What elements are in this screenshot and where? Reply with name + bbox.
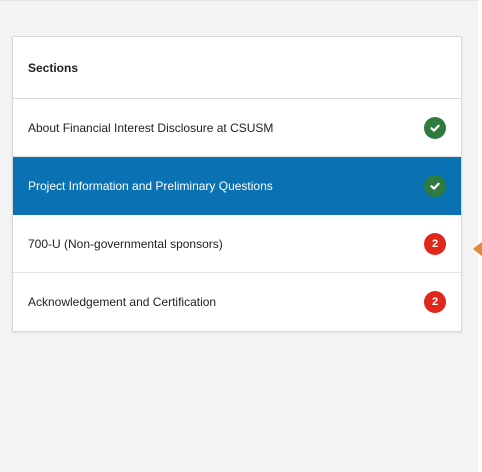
section-item-label: Project Information and Preliminary Ques… <box>28 178 273 193</box>
section-item-label: About Financial Interest Disclosure at C… <box>28 120 274 135</box>
arrow-pointer-icon <box>473 241 482 257</box>
top-divider <box>0 0 482 7</box>
section-item-label: 700-U (Non-governmental sponsors) <box>28 236 223 251</box>
alert-count-badge: 2 <box>424 291 446 313</box>
checkmark-icon <box>424 174 446 197</box>
sections-panel: Sections About Financial Interest Disclo… <box>12 36 462 332</box>
section-item-700u[interactable]: 700-U (Non-governmental sponsors) 2 <box>13 215 461 273</box>
section-item-project-information[interactable]: Project Information and Preliminary Ques… <box>13 157 461 215</box>
panel-title: Sections <box>13 37 461 99</box>
section-item-about-financial-interest[interactable]: About Financial Interest Disclosure at C… <box>13 99 461 157</box>
alert-count-badge: 2 <box>424 232 446 255</box>
section-item-label: Acknowledgement and Certification <box>28 295 217 309</box>
right-divider <box>478 0 482 472</box>
section-item-acknowledgement[interactable]: Acknowledgement and Certification 2 <box>13 273 461 331</box>
checkmark-icon <box>424 116 446 139</box>
